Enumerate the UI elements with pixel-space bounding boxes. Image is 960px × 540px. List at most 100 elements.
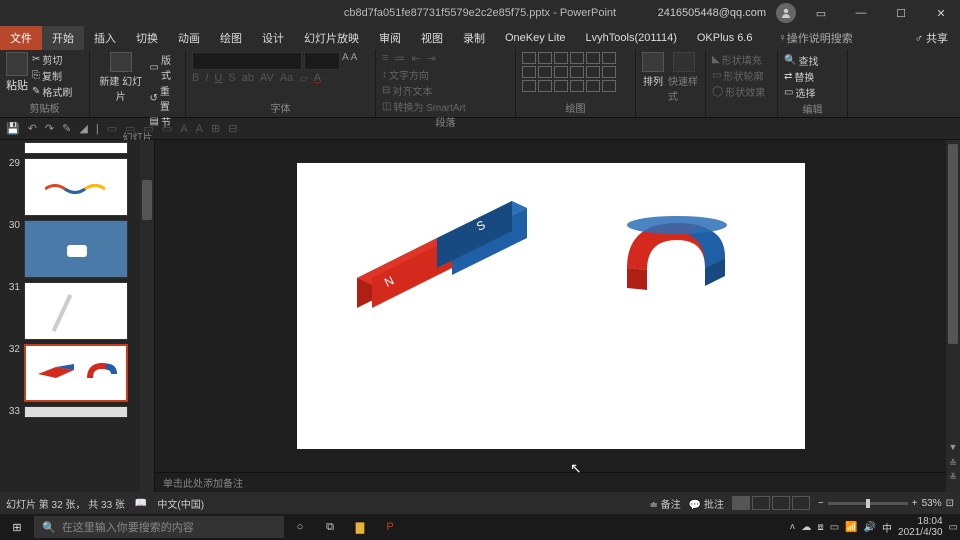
thumbnail-32[interactable]: 32 (4, 344, 150, 402)
text-direction-button[interactable]: ↕ 文字方向 (382, 67, 509, 82)
maximize-icon[interactable]: ☐ (886, 0, 916, 26)
clock[interactable]: 18:04 2021/4/30 (898, 516, 943, 538)
language-status[interactable]: 中文(中国) (157, 496, 204, 511)
decrease-font-icon[interactable]: A (351, 52, 358, 70)
share-button[interactable]: ♂ 共享 (903, 30, 960, 46)
notes-pane[interactable]: 单击此处添加备注 (155, 472, 946, 492)
eyedrop-icon[interactable]: ◢ (79, 122, 87, 135)
tab-okplus[interactable]: OKPlus 6.6 (687, 26, 763, 50)
shadow-icon[interactable]: ab (242, 72, 254, 85)
spellcheck-icon[interactable]: 📖 (135, 498, 147, 509)
arrange-button[interactable]: 排列 (642, 52, 664, 88)
tab-view[interactable]: 视图 (411, 26, 453, 50)
reset-button[interactable]: ↺ 重置 (150, 83, 180, 113)
slide-canvas[interactable]: N S (155, 140, 946, 472)
layout-button[interactable]: ▭ 版式 (150, 52, 180, 82)
font-family-select[interactable] (192, 52, 302, 70)
qat-icon[interactable]: ⊞ (211, 122, 220, 135)
qat-icon[interactable]: ⊟ (228, 122, 237, 135)
undo-icon[interactable]: ↶ (28, 122, 37, 135)
scroll-down-icon[interactable]: ▼ (948, 442, 958, 452)
horseshoe-magnet[interactable] (607, 198, 747, 298)
battery-icon[interactable]: ▭ (830, 522, 839, 533)
bold-icon[interactable]: B (192, 72, 199, 85)
qat-icon[interactable]: ▭ (144, 122, 154, 135)
spacing-icon[interactable]: AV (260, 72, 274, 85)
align-text-button[interactable]: ⊟ 对齐文本 (382, 83, 509, 98)
slideshow-view-button[interactable] (792, 496, 810, 510)
copy-button[interactable]: ⎘ 复制 (32, 68, 72, 83)
task-view-icon[interactable]: ⧉ (316, 515, 344, 539)
find-button[interactable]: 🔍 查找 (784, 53, 841, 68)
font-size-select[interactable] (304, 52, 340, 70)
paste-button[interactable]: 粘贴 (6, 52, 28, 93)
start-button[interactable]: ⊞ (2, 515, 32, 539)
tab-insert[interactable]: 插入 (84, 26, 126, 50)
vertical-scrollbar[interactable]: ▲ ▼ ≙ ≚ (946, 140, 960, 492)
increase-font-icon[interactable]: A (342, 52, 349, 70)
scrollbar-thumb[interactable] (948, 144, 958, 344)
thumbnail-pane[interactable]: 29 30 31 32 33 (0, 140, 155, 492)
strike-icon[interactable]: S (228, 72, 235, 85)
notes-button[interactable]: ≐ 备注 (650, 496, 681, 511)
quick-style-button[interactable]: 快速样式 (668, 52, 699, 103)
next-slide-icon[interactable]: ≚ (948, 472, 958, 482)
volume-icon[interactable]: 🔊 (864, 522, 876, 533)
normal-view-button[interactable] (732, 496, 750, 510)
notifications-icon[interactable]: ▭ (949, 522, 958, 533)
powerpoint-icon[interactable]: P (376, 515, 404, 539)
italic-icon[interactable]: I (205, 72, 208, 85)
tab-slideshow[interactable]: 幻灯片放映 (294, 26, 369, 50)
ribbon-options-icon[interactable]: ▭ (806, 0, 836, 26)
smartart-button[interactable]: ◫ 转换为 SmartArt (382, 99, 509, 114)
highlight-icon[interactable]: ▱ (299, 72, 307, 85)
case-icon[interactable]: Aa (280, 72, 293, 85)
ime-icon[interactable]: 中 (882, 520, 892, 535)
bar-magnet[interactable]: N S (327, 183, 527, 313)
font-color-icon[interactable]: A (314, 72, 321, 85)
replace-button[interactable]: ⇄ 替换 (784, 69, 841, 84)
indent-inc-icon[interactable]: ⇥ (427, 52, 436, 65)
cut-button[interactable]: ✂ 剪切 (32, 52, 72, 67)
reading-view-button[interactable] (772, 496, 790, 510)
tray-chevron-icon[interactable]: ˄ (789, 522, 795, 533)
new-slide-button[interactable]: 新建 幻灯片 (96, 52, 146, 103)
onedrive-icon[interactable]: ☁ (801, 522, 811, 533)
redo-icon[interactable]: ↷ (45, 122, 54, 135)
cortana-icon[interactable]: ○ (286, 515, 314, 539)
meet-now-icon[interactable]: ⧈ (817, 522, 823, 533)
tab-draw[interactable]: 绘图 (210, 26, 252, 50)
save-icon[interactable]: 💾 (6, 122, 20, 135)
zoom-value[interactable]: 53% (922, 498, 942, 509)
avatar[interactable] (776, 3, 796, 23)
tab-lvyh[interactable]: LvyhTools(201114) (576, 26, 687, 50)
qat-icon[interactable]: ▭ (107, 122, 117, 135)
prev-slide-icon[interactable]: ≙ (948, 458, 958, 468)
thumbnail-29[interactable]: 29 (4, 158, 150, 216)
thumbnail-scrollbar[interactable] (140, 140, 154, 492)
shape-effects-button[interactable]: ◯ 形状效果 (712, 84, 771, 99)
thumbnail-33[interactable]: 33 (4, 406, 150, 418)
tab-transition[interactable]: 切换 (126, 26, 168, 50)
format-painter-button[interactable]: ✎ 格式刷 (32, 84, 72, 99)
thumbnail-30[interactable]: 30 (4, 220, 150, 278)
wifi-icon[interactable]: 📶 (845, 522, 857, 533)
underline-icon[interactable]: U (214, 72, 222, 85)
zoom-in-button[interactable]: + (912, 498, 918, 509)
bullets-icon[interactable]: ≡ (382, 52, 388, 65)
zoom-slider[interactable] (828, 502, 908, 505)
explorer-icon[interactable]: ▇ (346, 515, 374, 539)
tab-file[interactable]: 文件 (0, 26, 42, 50)
qat-icon[interactable]: ▭ (162, 122, 172, 135)
zoom-out-button[interactable]: − (818, 498, 824, 509)
close-icon[interactable]: ✕ (926, 0, 956, 26)
tab-home[interactable]: 开始 (42, 26, 84, 50)
comments-button[interactable]: 💬 批注 (689, 496, 724, 511)
thumbnail[interactable] (4, 142, 150, 154)
qat-icon[interactable]: A (196, 123, 203, 135)
numbering-icon[interactable]: ≔ (394, 52, 405, 65)
tab-design[interactable]: 设计 (252, 26, 294, 50)
tell-me[interactable]: ♀ 操作说明搜索 (769, 26, 863, 50)
shape-gallery[interactable] (522, 52, 622, 92)
minimize-icon[interactable]: — (846, 0, 876, 26)
